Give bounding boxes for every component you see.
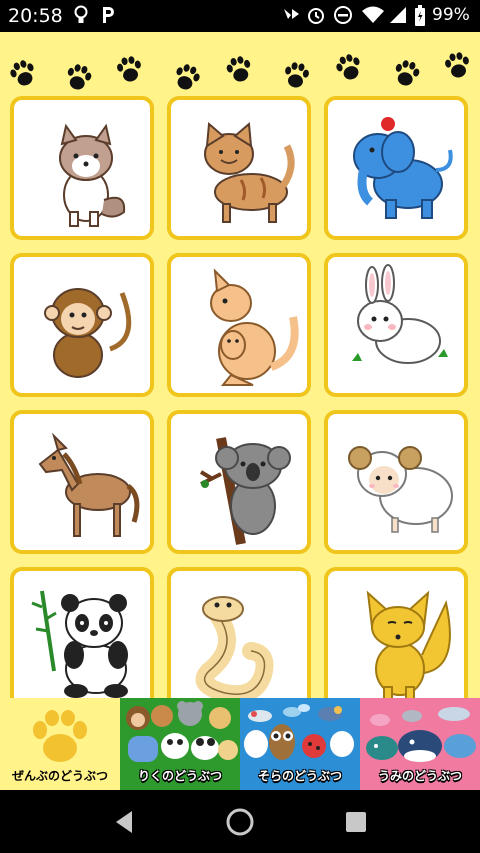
tab-sky-label: そらのどうぶつ [257,769,342,783]
animal-card[interactable] [167,96,311,240]
animal-card[interactable] [324,96,468,240]
sea-animals-icon [366,707,476,762]
paw-print-decoration [0,46,480,96]
tab-sea-label: うみのどうぶつ [377,769,462,783]
tab-all-animals[interactable]: ぜんぶのどうぶつ [0,698,120,790]
animal-card[interactable] [167,253,311,397]
paw-print-icon [441,50,474,86]
land-animals-icon [126,701,238,762]
status-bar: 20:58 99% [0,0,480,32]
kangaroo-icon [210,268,299,386]
battery-percent: 99% [432,5,470,25]
alarm-icon [306,5,326,30]
cat-icon [204,121,295,223]
paw-print-icon [331,50,368,90]
paw-icon [33,710,87,762]
tab-land-label: りくのどうぶつ [137,769,222,783]
animal-card[interactable] [10,567,154,698]
rabbit-icon [352,264,448,364]
animal-card[interactable] [167,410,311,554]
animal-card[interactable] [10,410,154,554]
p-app-icon [100,5,116,30]
battery-icon [414,5,426,32]
sheep-icon [348,446,453,533]
paw-print-icon [167,60,204,100]
paw-print-icon [279,60,312,96]
animal-card[interactable] [10,96,154,240]
back-icon[interactable] [112,809,136,835]
sky-animals-icon [244,704,354,760]
cell-signal-icon [388,5,408,30]
tab-land-animals[interactable]: りくのどうぶつ [120,698,240,790]
elephant-icon [353,117,453,219]
fox-icon [366,590,451,698]
tab-sky-animals[interactable]: そらのどうぶつ [240,698,360,790]
recents-icon[interactable] [344,810,368,834]
animal-grid-screen [0,32,480,698]
home-icon[interactable] [224,806,256,838]
category-tab-bar: ぜんぶのどうぶつ りくのどうぶつ そらのどうぶつ うみのどうぶつ [0,698,480,790]
animal-card[interactable] [324,567,468,698]
animal-card[interactable] [324,410,468,554]
monkey-icon [44,288,132,378]
dnd-icon [333,5,353,30]
tab-sea-animals[interactable]: うみのどうぶつ [360,698,480,790]
paw-print-icon [5,56,42,96]
status-time: 20:58 [8,5,63,27]
animal-card[interactable] [10,253,154,397]
tab-all-label: ぜんぶのどうぶつ [11,769,108,783]
paw-print-icon [113,54,146,90]
panda-icon [31,590,128,698]
paw-print-icon [388,57,423,95]
horse-icon [38,432,140,537]
signal-icon [361,5,385,30]
paw-print-icon [60,61,95,99]
dog-icon [59,123,126,227]
system-navigation-bar [0,790,480,853]
snake-icon [195,596,274,698]
animal-card[interactable] [324,253,468,397]
animal-card[interactable] [167,567,311,698]
wifi-icon [282,5,302,28]
paw-print-icon [222,53,257,91]
bulb-icon [74,5,88,30]
koala-icon [199,437,291,545]
